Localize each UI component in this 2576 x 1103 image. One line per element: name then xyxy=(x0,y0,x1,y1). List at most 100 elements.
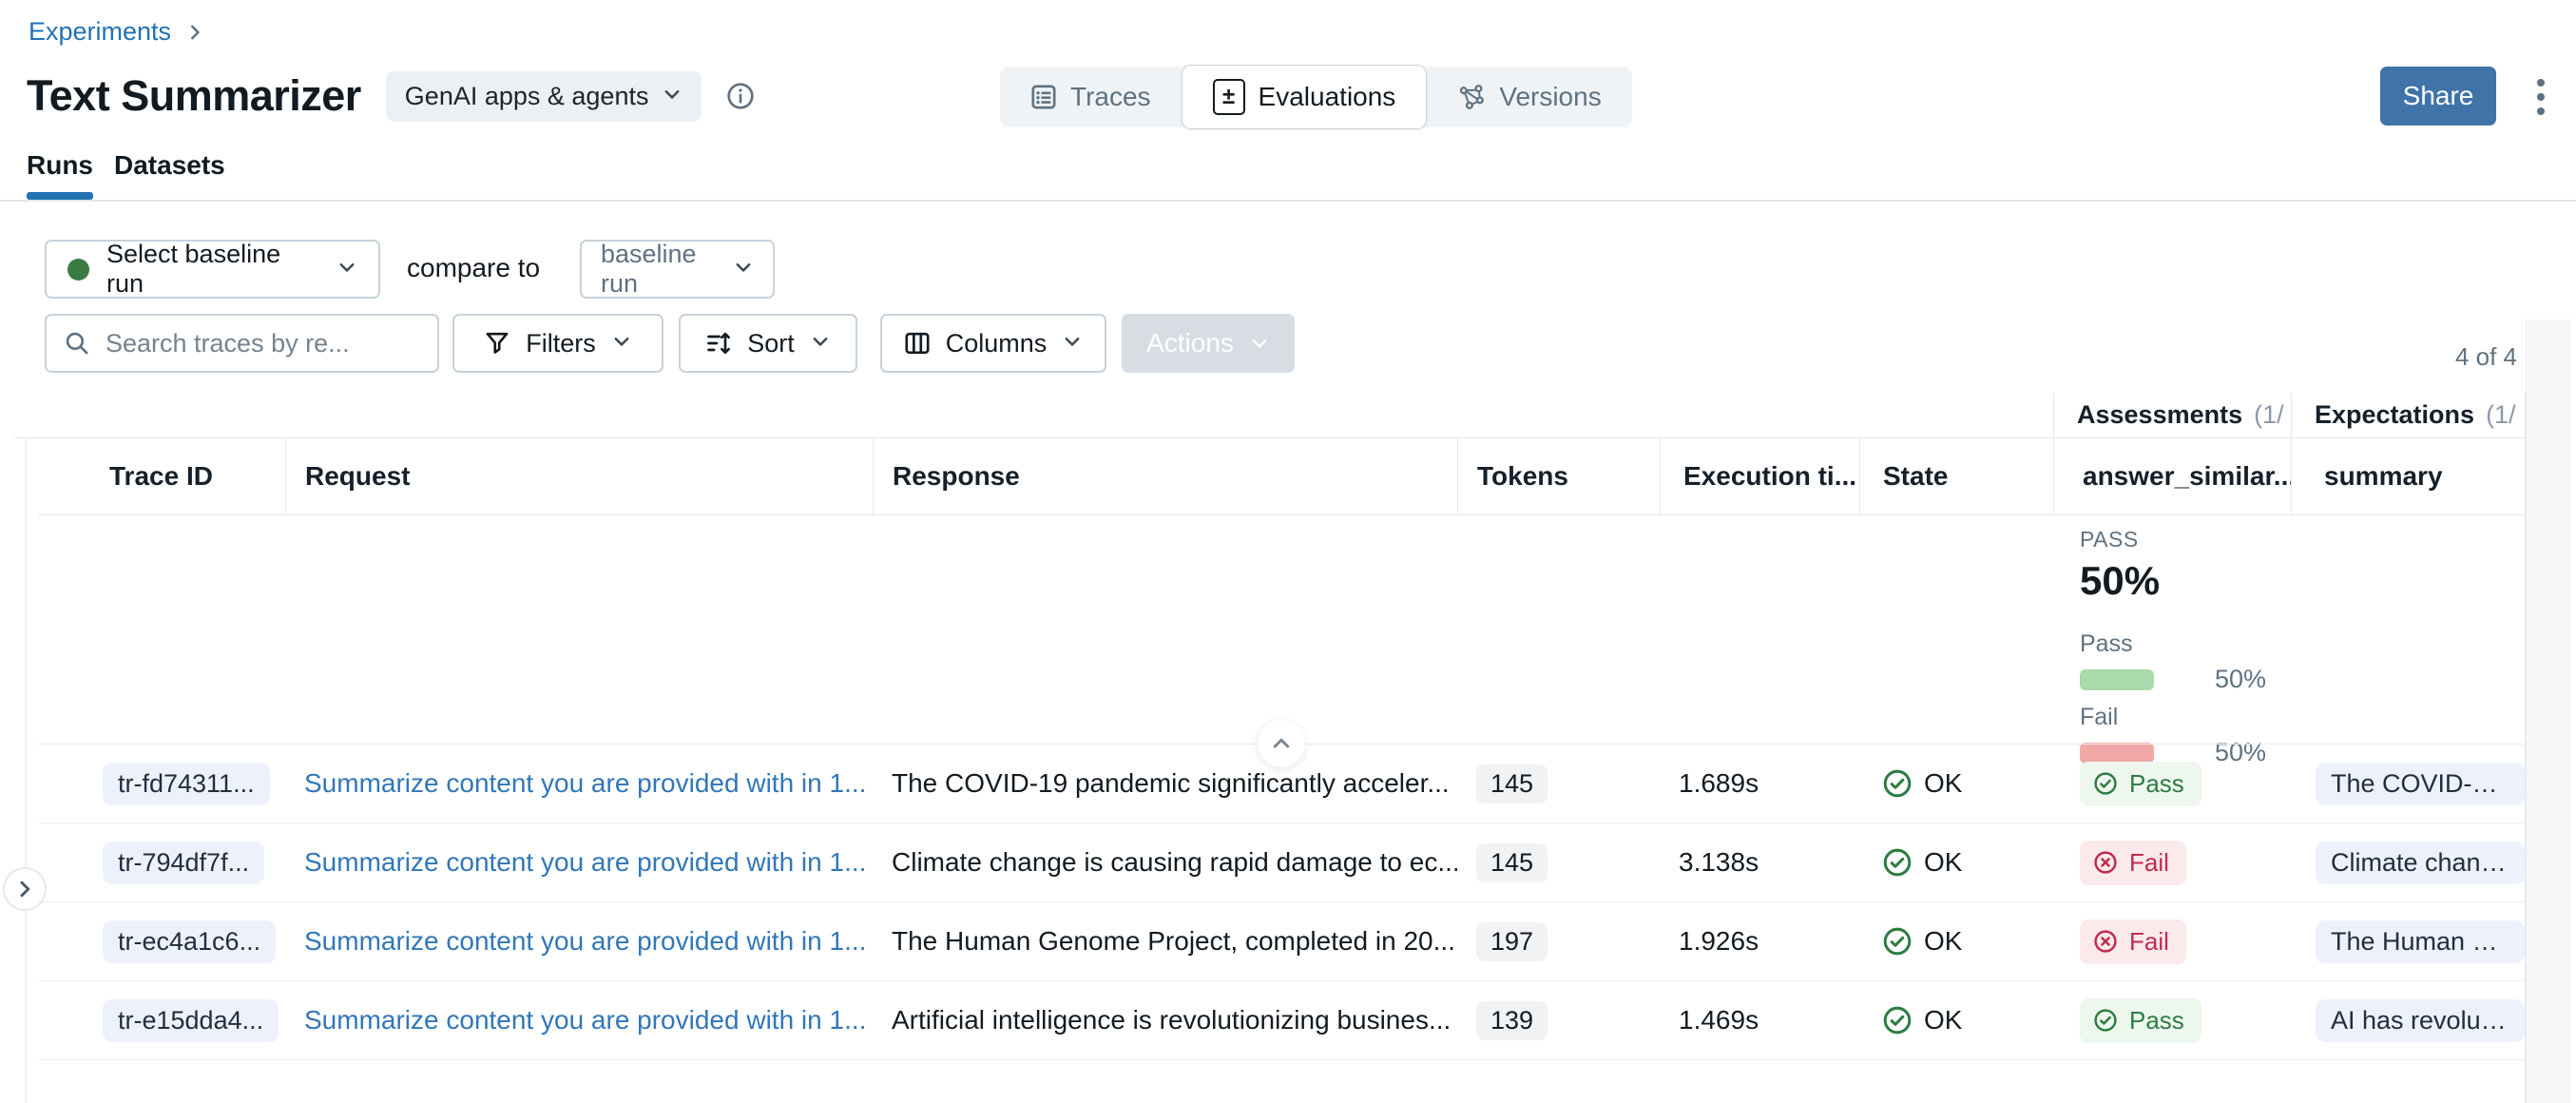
title-row: Text Summarizer GenAI apps & agents xyxy=(27,63,755,129)
columns-button[interactable]: Columns xyxy=(880,314,1106,373)
chevron-down-icon xyxy=(611,329,632,358)
evaluations-icon: ± xyxy=(1213,79,1245,115)
info-icon[interactable] xyxy=(726,82,755,110)
summary-pill: The Human Ge... xyxy=(2316,920,2525,963)
column-header-trace-id[interactable]: Trace ID xyxy=(38,438,285,514)
assessments-label: Assessments xyxy=(2077,400,2242,430)
table-row[interactable]: tr-e15dda4... Summarize content you are … xyxy=(38,981,2525,1060)
sort-button[interactable]: Sort xyxy=(679,314,857,373)
baseline-select-label: Select baseline run xyxy=(106,240,319,299)
result-count: 4 of 4 xyxy=(2455,342,2517,372)
request-link[interactable]: Summarize content you are provided with … xyxy=(304,847,866,878)
actions-button-disabled: Actions xyxy=(1122,314,1295,373)
trace-id-pill[interactable]: tr-794df7f... xyxy=(103,842,264,884)
summary-pill: Climate chang... xyxy=(2316,842,2525,884)
baseline-run-select[interactable]: Select baseline run xyxy=(45,240,380,299)
tab-traces-label: Traces xyxy=(1070,82,1151,112)
filters-button[interactable]: Filters xyxy=(452,314,663,373)
table-right-border xyxy=(2525,393,2526,1103)
chevron-down-icon xyxy=(336,255,357,284)
group-header-expectations: Expectations (1/ xyxy=(2291,393,2525,437)
versions-icon xyxy=(1457,83,1486,111)
actions-label: Actions xyxy=(1146,328,1234,358)
share-button[interactable]: Share xyxy=(2380,67,2496,126)
search-icon xyxy=(64,330,90,357)
search-input[interactable] xyxy=(104,328,420,359)
tab-datasets[interactable]: Datasets xyxy=(114,150,225,181)
assessment-badge: Pass xyxy=(2080,762,2201,806)
assessments-count: (1/ xyxy=(2254,400,2284,430)
legend-pass-value: 50% xyxy=(2215,665,2266,694)
legend-row-pass: Pass 50% xyxy=(2080,630,2498,694)
chevron-down-icon xyxy=(733,255,754,284)
group-header-assessments: Assessments (1/ xyxy=(2053,393,2291,437)
tokens-badge: 145 xyxy=(1476,764,1548,803)
assessment-badge: Fail xyxy=(2080,919,2186,964)
legend-fail-label: Fail xyxy=(2080,704,2498,731)
aggregate-metrics-section: PASS 50% Pass 50% Fail 50% xyxy=(0,515,2576,744)
check-circle-icon xyxy=(1882,926,1913,957)
filters-label: Filters xyxy=(526,329,596,358)
experiment-page: Experiments Text Summarizer GenAI apps &… xyxy=(0,0,2576,1103)
request-link[interactable]: Summarize content you are provided with … xyxy=(304,1005,866,1035)
tabs-row: Runs Datasets xyxy=(0,143,2576,202)
assessment-label: Pass xyxy=(2129,769,2184,799)
execution-time: 1.469s xyxy=(1679,1005,1759,1035)
columns-icon xyxy=(904,330,931,357)
x-circle-icon xyxy=(2093,850,2118,875)
compare-to-label: compare to xyxy=(407,253,540,283)
state-label: OK xyxy=(1924,1005,1962,1035)
category-dropdown[interactable]: GenAI apps & agents xyxy=(386,71,702,122)
response-text: Climate change is causing rapid damage t… xyxy=(892,847,1457,878)
column-header-answer-similarity[interactable]: answer_similar... xyxy=(2053,438,2291,514)
table-row[interactable]: tr-794df7f... Summarize content you are … xyxy=(38,823,2525,902)
execution-time: 3.138s xyxy=(1679,847,1759,878)
expectations-label: Expectations xyxy=(2315,400,2474,430)
column-header-state[interactable]: State xyxy=(1859,438,2053,514)
tokens-badge: 139 xyxy=(1476,1001,1548,1040)
assessment-label: Pass xyxy=(2129,1006,2184,1035)
check-circle-icon xyxy=(2093,1008,2118,1033)
view-switcher: Traces ± Evaluations Versions xyxy=(1000,67,1632,127)
state-label: OK xyxy=(1924,926,1962,957)
table-row[interactable]: tr-fd74311... Summarize content you are … xyxy=(38,745,2525,823)
check-circle-icon xyxy=(1882,847,1913,878)
expectations-count: (1/ xyxy=(2486,400,2516,430)
assessment-badge: Fail xyxy=(2080,841,2186,885)
tab-traces[interactable]: Traces xyxy=(1000,67,1182,127)
chevron-down-icon xyxy=(810,329,831,358)
request-link[interactable]: Summarize content you are provided with … xyxy=(304,926,866,957)
table-row[interactable]: tr-ec4a1c6... Summarize content you are … xyxy=(38,902,2525,981)
legend-pass-bar xyxy=(2080,669,2154,690)
column-header-response[interactable]: Response xyxy=(873,438,1457,514)
summary-pill: AI has revoluti... xyxy=(2316,999,2525,1042)
state-label: OK xyxy=(1924,768,1962,799)
column-header-tokens[interactable]: Tokens xyxy=(1457,438,1660,514)
response-text: The COVID-19 pandemic significantly acce… xyxy=(892,768,1450,799)
tab-versions[interactable]: Versions xyxy=(1427,67,1631,127)
response-text: Artificial intelligence is revolutionizi… xyxy=(892,1005,1451,1035)
execution-time: 1.926s xyxy=(1679,926,1759,957)
tab-runs[interactable]: Runs xyxy=(27,150,93,200)
search-box[interactable] xyxy=(45,314,439,373)
breadcrumb-experiments-link[interactable]: Experiments xyxy=(29,17,171,47)
trace-id-pill[interactable]: tr-ec4a1c6... xyxy=(103,920,276,963)
tab-evaluations[interactable]: ± Evaluations xyxy=(1182,65,1428,129)
tokens-badge: 145 xyxy=(1476,843,1548,882)
overflow-menu-icon[interactable] xyxy=(2528,70,2553,124)
page-title: Text Summarizer xyxy=(27,71,361,121)
request-link[interactable]: Summarize content you are provided with … xyxy=(304,768,866,799)
answer-similarity-aggregate: PASS 50% Pass 50% Fail 50% xyxy=(2080,527,2498,767)
compare-target-select[interactable]: baseline run xyxy=(580,240,775,299)
trace-id-pill[interactable]: tr-fd74311... xyxy=(103,763,270,805)
column-header-summary[interactable]: summary xyxy=(2291,438,2525,514)
trace-id-pill[interactable]: tr-e15dda4... xyxy=(103,999,279,1042)
aggregate-metric-value: 50% xyxy=(2080,558,2498,604)
legend-pass-label: Pass xyxy=(2080,630,2498,658)
column-header-execution-time[interactable]: Execution ti... xyxy=(1660,438,1859,514)
chevron-down-icon xyxy=(662,82,682,111)
traces-icon xyxy=(1030,84,1057,110)
check-circle-icon xyxy=(2093,771,2118,796)
column-header-request[interactable]: Request xyxy=(285,438,873,514)
execution-time: 1.689s xyxy=(1679,768,1759,799)
